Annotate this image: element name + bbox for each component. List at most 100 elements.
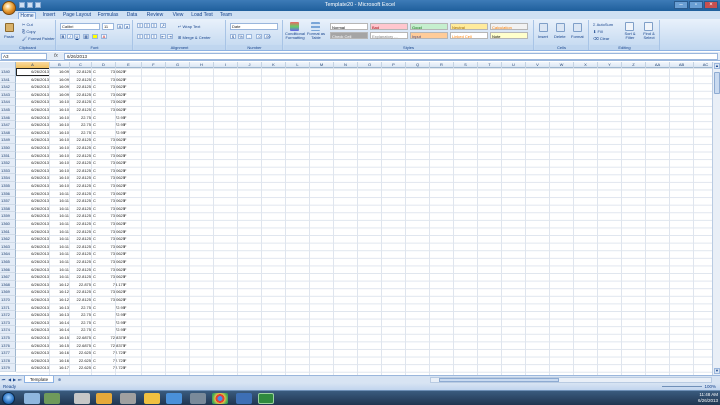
row-header[interactable]: 1366: [0, 265, 16, 274]
table-cell[interactable]: 16:14: [50, 319, 70, 327]
table-cell[interactable]: 16:12: [50, 296, 70, 304]
table-cell[interactable]: 16:11: [50, 243, 70, 251]
table-cell[interactable]: 22.75: [70, 304, 92, 312]
align-bottom-icon[interactable]: ≡: [151, 23, 157, 28]
table-cell[interactable]: 6/26/2013: [16, 364, 50, 372]
worksheet-grid[interactable]: A B C D E F G H I J K L M N O P Q R S T U V W X Y Z AA AB AC 1340 6/2…: [0, 62, 712, 375]
percent-icon[interactable]: %: [238, 34, 244, 39]
table-cell[interactable]: 72.725: [94, 364, 126, 372]
row-header[interactable]: 1347: [0, 121, 16, 129]
table-cell[interactable]: 22.8125: [70, 190, 92, 198]
table-cell[interactable]: F: [124, 357, 129, 365]
table-cell[interactable]: 22.75: [70, 326, 92, 334]
table-cell[interactable]: 6/26/2013: [16, 91, 50, 99]
table-cell[interactable]: 16:13: [50, 311, 70, 319]
sort-filter-button[interactable]: Sort & Filter: [621, 32, 639, 40]
tab-view[interactable]: View: [170, 12, 186, 19]
table-cell[interactable]: 22.8125: [70, 182, 92, 190]
table-cell[interactable]: 73.0625: [94, 144, 126, 152]
table-cell[interactable]: 6/26/2013: [16, 197, 50, 205]
table-cell[interactable]: 22.8125: [70, 83, 92, 91]
row-header[interactable]: 1350: [0, 144, 16, 152]
row-header[interactable]: 1341: [0, 75, 16, 84]
table-cell[interactable]: 22.8125: [70, 296, 92, 304]
table-cell[interactable]: 16:11: [50, 205, 70, 213]
table-cell[interactable]: F: [124, 288, 129, 296]
table-cell[interactable]: 73.0625: [94, 159, 126, 167]
table-cell[interactable]: 6/26/2013: [16, 129, 50, 137]
table-cell[interactable]: 72.95: [94, 326, 126, 334]
table-cell[interactable]: 72.95: [94, 121, 126, 129]
table-cell[interactable]: 16:11: [50, 235, 70, 243]
table-cell[interactable]: 73.0625: [94, 250, 126, 258]
table-cell[interactable]: 6/26/2013: [16, 342, 50, 350]
table-cell[interactable]: 16:09: [50, 76, 70, 84]
table-cell[interactable]: 22.75: [70, 114, 92, 122]
table-cell[interactable]: 73.0625: [94, 296, 126, 304]
table-cell[interactable]: 6/26/2013: [16, 334, 50, 342]
app-window-icon[interactable]: [236, 393, 252, 404]
scroll-up-icon[interactable]: ▲: [714, 63, 720, 69]
cell-style-option[interactable]: Calculation: [490, 23, 528, 30]
table-cell[interactable]: 22.8125: [70, 266, 92, 274]
table-cell[interactable]: 16:10: [50, 144, 70, 152]
table-cell[interactable]: 73.0625: [94, 258, 126, 266]
conditional-formatting-button[interactable]: Conditional Formatting: [284, 32, 306, 40]
table-cell[interactable]: 6/26/2013: [16, 311, 50, 319]
align-right-icon[interactable]: ≡: [151, 34, 157, 39]
table-cell[interactable]: 22.8125: [70, 98, 92, 106]
table-cell[interactable]: 22.8125: [70, 152, 92, 160]
table-cell[interactable]: F: [124, 273, 129, 281]
row-header[interactable]: 1369: [0, 288, 16, 296]
table-cell[interactable]: F: [124, 212, 129, 220]
orientation-icon[interactable]: ↗: [160, 23, 166, 28]
name-box[interactable]: A3: [1, 53, 47, 60]
table-cell[interactable]: 22.8125: [70, 273, 92, 281]
table-cell[interactable]: 16:10: [50, 114, 70, 122]
table-cell[interactable]: 16:11: [50, 266, 70, 274]
row-header[interactable]: 1377: [0, 349, 16, 357]
table-cell[interactable]: 6/26/2013: [16, 190, 50, 198]
table-cell[interactable]: 72.95: [94, 304, 126, 312]
table-cell[interactable]: 6/26/2013: [16, 304, 50, 312]
format-button[interactable]: Format: [571, 34, 584, 39]
align-left-icon[interactable]: ≡: [137, 34, 143, 39]
table-cell[interactable]: 22.875: [70, 281, 92, 289]
sheet-tab-template[interactable]: Template: [24, 376, 54, 383]
table-cell[interactable]: 73.0625: [94, 243, 126, 251]
sort-filter-icon[interactable]: [625, 22, 634, 31]
fill-color-icon[interactable]: [92, 34, 98, 39]
table-cell[interactable]: F: [124, 136, 129, 144]
row-header[interactable]: 1363: [0, 242, 16, 251]
row-header[interactable]: 1375: [0, 334, 16, 342]
row-header[interactable]: 1365: [0, 258, 16, 266]
app-window-icon[interactable]: [74, 393, 90, 404]
row-header[interactable]: 1360: [0, 220, 16, 228]
table-cell[interactable]: 73.175: [94, 281, 126, 289]
cell-style-option[interactable]: Note: [490, 32, 528, 39]
find-select-button[interactable]: Find & Select: [640, 32, 658, 40]
tab-page-layout[interactable]: Page Layout: [62, 12, 92, 19]
internet-explorer-icon[interactable]: [166, 393, 182, 404]
row-header[interactable]: 1359: [0, 212, 16, 220]
table-cell[interactable]: F: [124, 83, 129, 91]
explorer-window-icon[interactable]: [24, 393, 40, 404]
table-cell[interactable]: 6/26/2013: [16, 114, 50, 122]
table-cell[interactable]: 73.0625: [94, 288, 126, 296]
align-middle-icon[interactable]: ≡: [144, 23, 150, 28]
table-cell[interactable]: 72.95: [94, 311, 126, 319]
table-cell[interactable]: F: [124, 144, 129, 152]
table-cell[interactable]: 73.0625: [94, 83, 126, 91]
table-cell[interactable]: F: [124, 197, 129, 205]
folder-icon[interactable]: [144, 393, 160, 404]
table-cell[interactable]: 16:14: [50, 326, 70, 334]
increase-indent-icon[interactable]: ⇥: [167, 34, 173, 39]
table-cell[interactable]: 73.0625: [94, 212, 126, 220]
paste-icon[interactable]: [5, 23, 14, 32]
table-cell[interactable]: F: [124, 250, 129, 258]
table-cell[interactable]: 6/26/2013: [16, 98, 50, 106]
row-header[interactable]: 1373: [0, 318, 16, 327]
table-cell[interactable]: 6/26/2013: [16, 326, 50, 334]
table-cell[interactable]: 16:09: [50, 83, 70, 91]
table-cell[interactable]: 72.95: [94, 319, 126, 327]
